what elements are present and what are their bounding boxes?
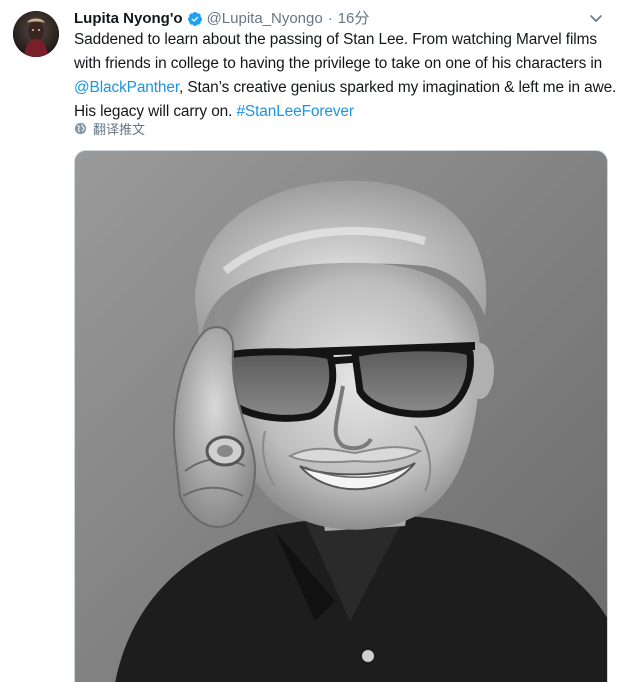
avatar[interactable] [13,11,59,57]
portrait-image [75,151,607,682]
tweet-text-segment: , Stan’s creative genius sparked my imag… [179,79,617,96]
hashtag-link[interactable]: #StanLeeForever [236,103,354,120]
display-name[interactable]: Lupita Nyong'o [74,9,183,29]
user-handle[interactable]: @Lupita_Nyongo [207,9,323,29]
tweet-text-segment: His legacy will carry on. [74,103,237,120]
tweet-text-line-1: Saddened to learn about the passing of S… [74,31,597,48]
separator-dot: · [327,10,333,27]
chevron-down-icon[interactable] [588,10,604,26]
tweet-text-line-2: with friends in college to having the pr… [74,55,603,72]
tweet-photo[interactable] [74,150,608,682]
tweet-text-line-3: @BlackPanther, Stan’s creative genius sp… [74,76,616,100]
verified-badge-icon [187,12,202,26]
mention-link[interactable]: @BlackPanther [74,79,179,96]
translate-label: 翻译推文 [93,122,146,137]
tweet-text-line-4: His legacy will carry on. #StanLeeForeve… [74,100,612,124]
tweet-header: Lupita Nyong'o @Lupita_Nyongo · 16分 [74,9,369,29]
globe-icon [74,122,87,135]
translate-tweet-button[interactable]: 翻译推文 [74,119,145,138]
tweet: Lupita Nyong'o @Lupita_Nyongo · 16分 Sadd… [0,0,620,682]
avatar-photo [13,11,59,57]
tweet-text: Saddened to learn about the passing of S… [74,28,616,124]
timestamp[interactable]: 16分 [338,9,370,29]
